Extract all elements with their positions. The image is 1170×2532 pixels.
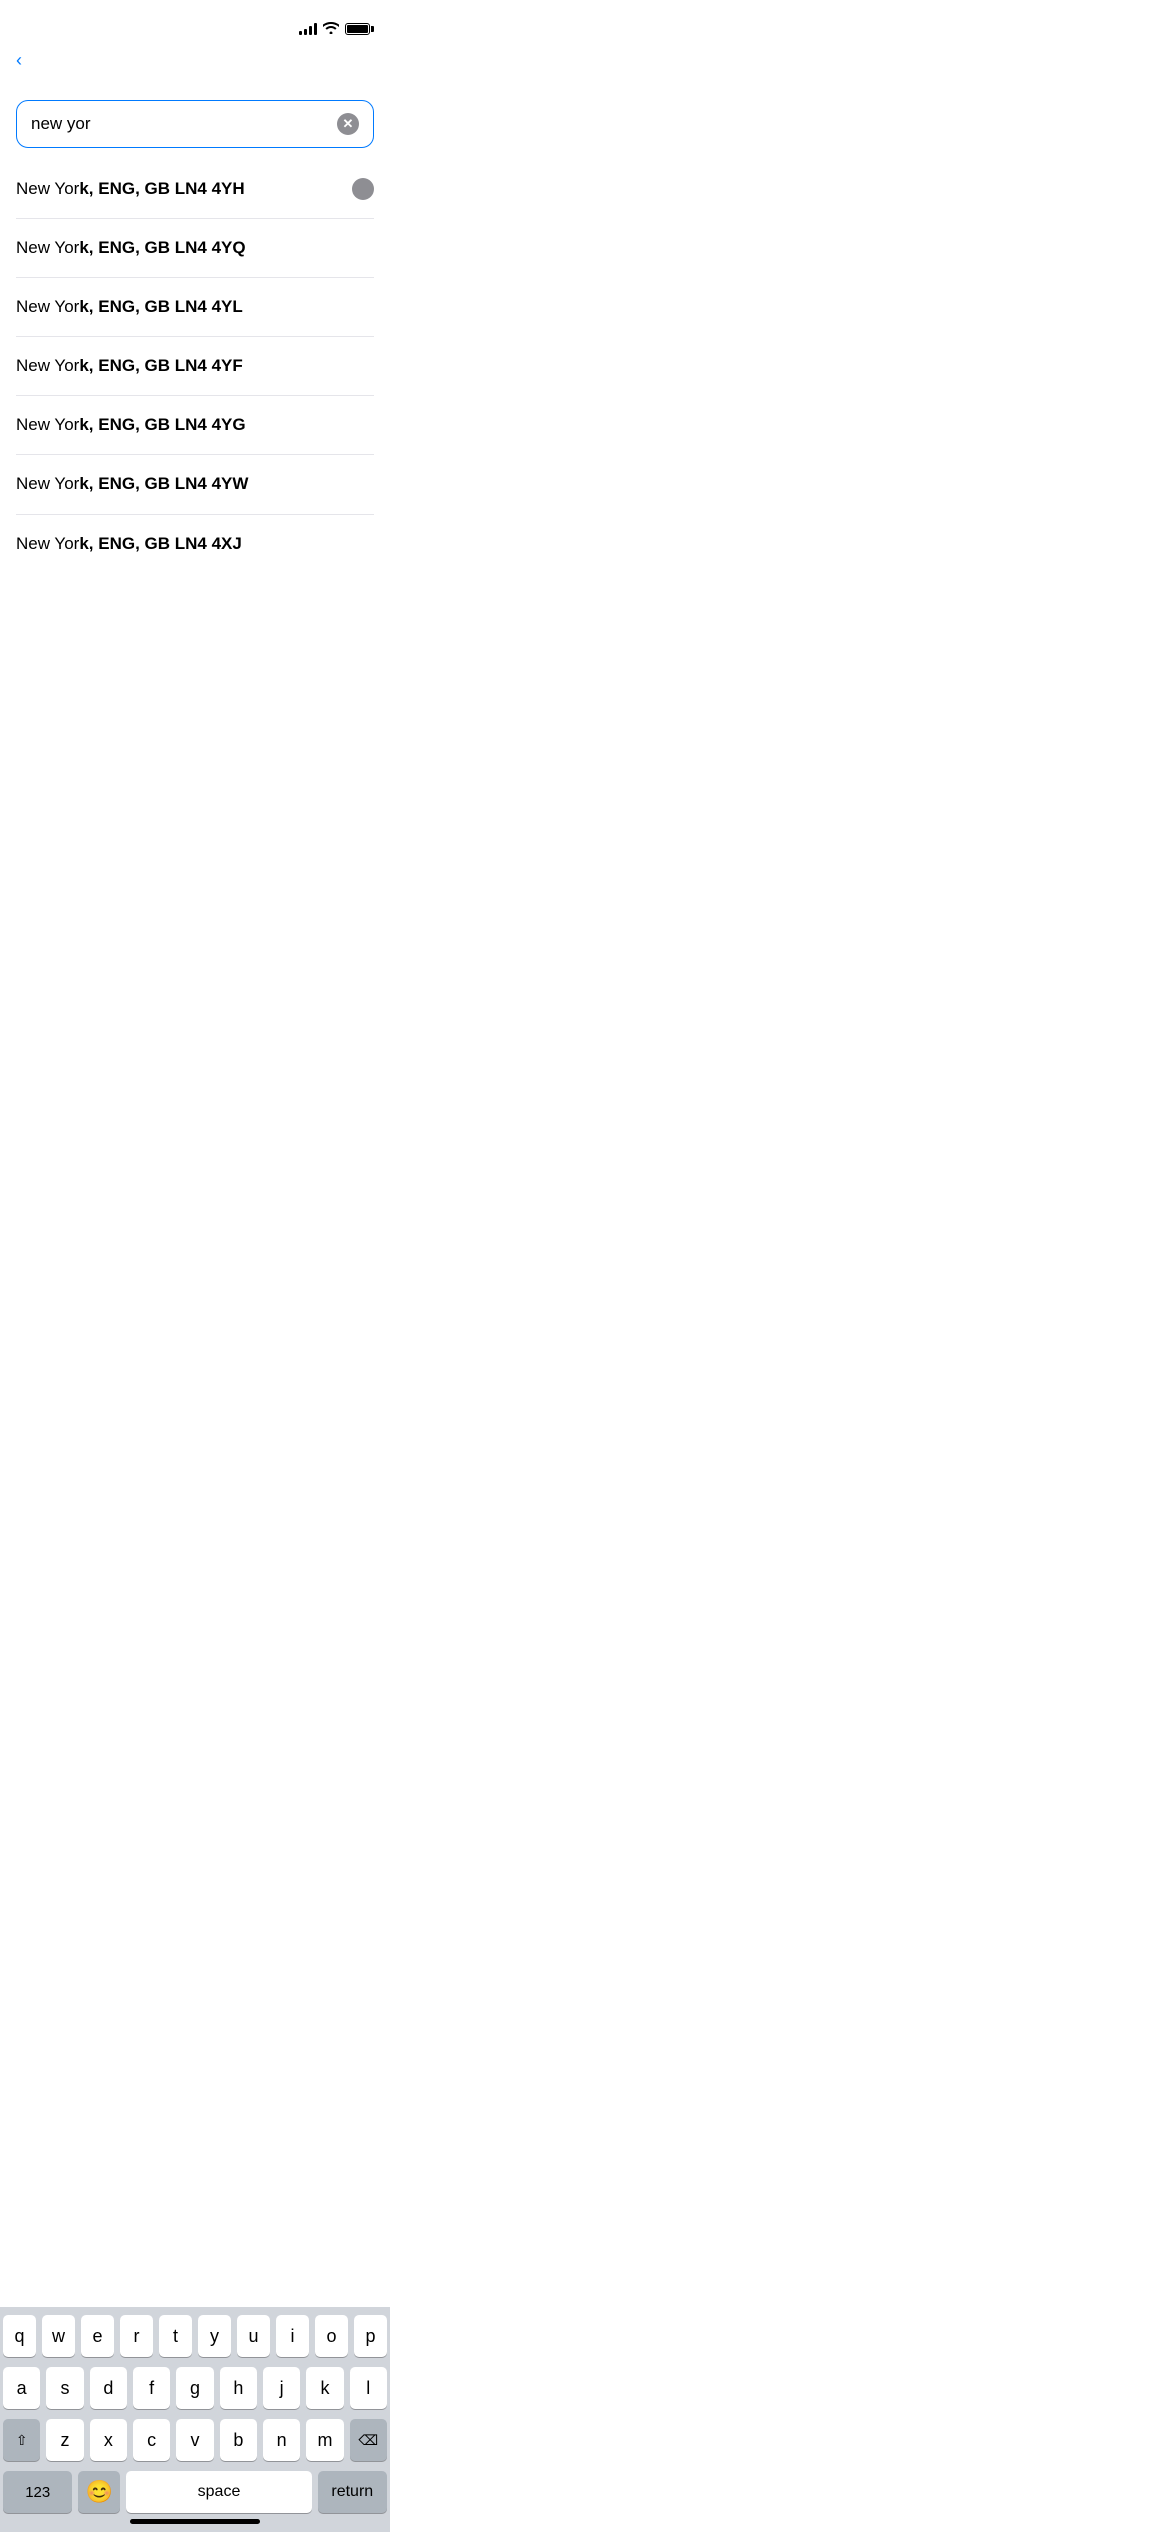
key-w[interactable]: w [42, 2315, 75, 2357]
key-e[interactable]: e [81, 2315, 114, 2357]
key-m[interactable]: m [306, 2419, 343, 2461]
back-arrow-icon: ‹ [16, 50, 22, 71]
result-item[interactable]: New York, ENG, GB LN4 4YQ [16, 219, 374, 278]
keyboard-bottom-row: 123😊spacereturn [3, 2471, 387, 2513]
backspace-key[interactable]: ⌫ [350, 2419, 387, 2461]
result-item[interactable]: New York, ENG, GB LN4 4XJ [16, 515, 374, 573]
key-g[interactable]: g [176, 2367, 213, 2409]
key-i[interactable]: i [276, 2315, 309, 2357]
result-dot [352, 178, 374, 200]
keyboard-row-2: asdfghjkl [3, 2367, 387, 2409]
key-b[interactable]: b [220, 2419, 257, 2461]
keyboard[interactable]: qwertyuiop asdfghjkl ⇧zxcvbnm⌫ 123😊space… [0, 2307, 390, 2532]
key-h[interactable]: h [220, 2367, 257, 2409]
key-k[interactable]: k [306, 2367, 343, 2409]
back-navigation[interactable]: ‹ [0, 44, 390, 76]
wifi-icon [323, 22, 339, 37]
key-v[interactable]: v [176, 2419, 213, 2461]
key-d[interactable]: d [90, 2367, 127, 2409]
key-o[interactable]: o [315, 2315, 348, 2357]
search-input-wrapper[interactable]: ✕ [16, 100, 374, 148]
key-l[interactable]: l [350, 2367, 387, 2409]
nav-header [0, 76, 390, 96]
key-j[interactable]: j [263, 2367, 300, 2409]
result-item[interactable]: New York, ENG, GB LN4 4YH [16, 160, 374, 219]
return-key[interactable]: return [318, 2471, 387, 2513]
search-container: ✕ [0, 96, 390, 160]
key-q[interactable]: q [3, 2315, 36, 2357]
numbers-key[interactable]: 123 [3, 2471, 72, 2513]
shift-key[interactable]: ⇧ [3, 2419, 40, 2461]
key-y[interactable]: y [198, 2315, 231, 2357]
keyboard-row-3: ⇧zxcvbnm⌫ [3, 2419, 387, 2461]
status-icons [299, 22, 370, 37]
key-p[interactable]: p [354, 2315, 387, 2357]
key-r[interactable]: r [120, 2315, 153, 2357]
key-s[interactable]: s [46, 2367, 83, 2409]
key-a[interactable]: a [3, 2367, 40, 2409]
search-input[interactable] [31, 114, 337, 134]
result-item[interactable]: New York, ENG, GB LN4 4YG [16, 396, 374, 455]
key-c[interactable]: c [133, 2419, 170, 2461]
status-bar [0, 0, 390, 44]
result-item[interactable]: New York, ENG, GB LN4 4YL [16, 278, 374, 337]
keyboard-row-1: qwertyuiop [3, 2315, 387, 2357]
home-indicator [130, 2519, 260, 2524]
key-n[interactable]: n [263, 2419, 300, 2461]
result-item[interactable]: New York, ENG, GB LN4 4YF [16, 337, 374, 396]
signal-icon [299, 23, 317, 35]
key-f[interactable]: f [133, 2367, 170, 2409]
key-x[interactable]: x [90, 2419, 127, 2461]
key-t[interactable]: t [159, 2315, 192, 2357]
space-key[interactable]: space [126, 2471, 311, 2513]
search-clear-button[interactable]: ✕ [337, 113, 359, 135]
result-item[interactable]: New York, ENG, GB LN4 4YW [16, 455, 374, 514]
battery-icon [345, 23, 370, 35]
emoji-key[interactable]: 😊 [78, 2471, 120, 2513]
key-u[interactable]: u [237, 2315, 270, 2357]
key-z[interactable]: z [46, 2419, 83, 2461]
results-list: New York, ENG, GB LN4 4YHNew York, ENG, … [0, 160, 390, 573]
